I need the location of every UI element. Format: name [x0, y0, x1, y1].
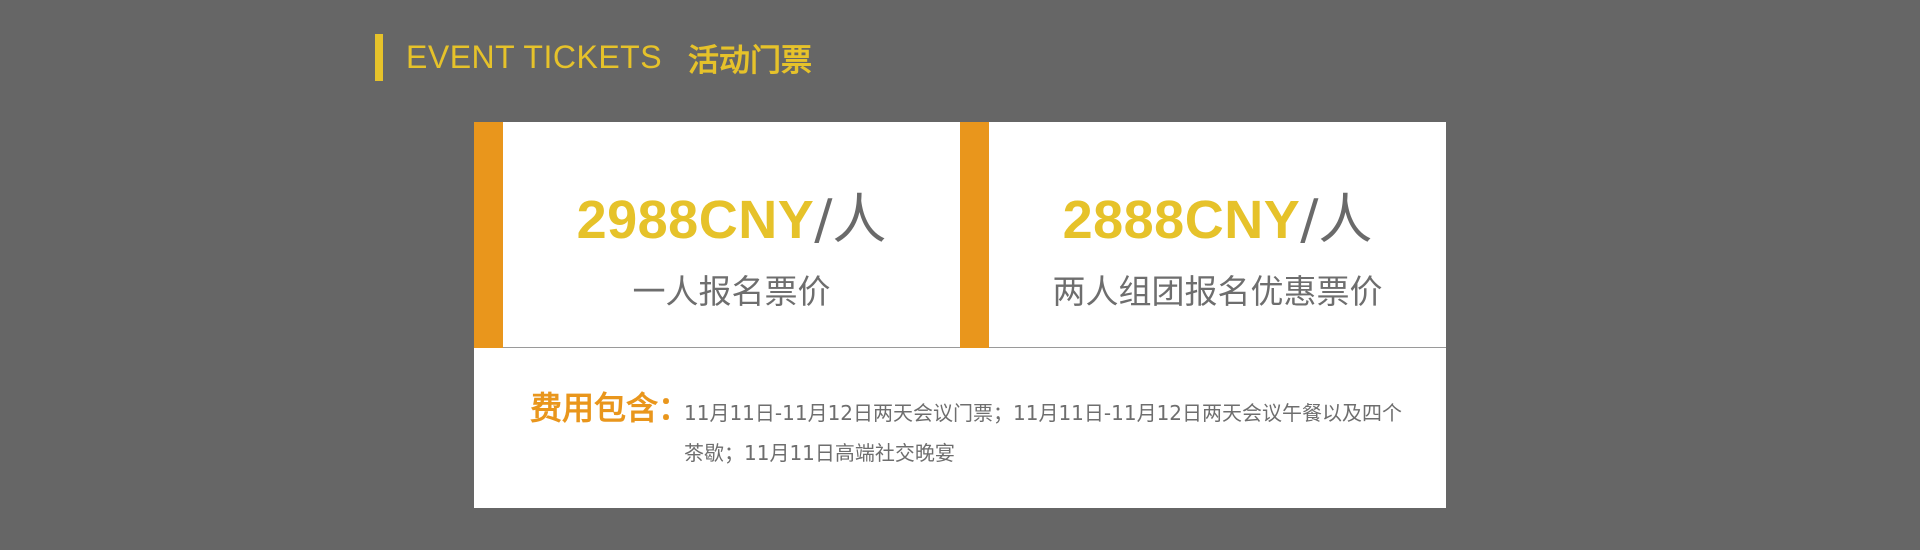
ticket-price-line: 2988CNY/人 — [503, 188, 960, 252]
includes-line-1: 11月11日-11月12日两天会议门票；11月11日-11月12日两天会议午餐以… — [684, 401, 1403, 425]
ticket-description: 一人报名票价 — [632, 272, 831, 311]
ticket-price-line: 2888CNY/人 — [989, 188, 1446, 252]
header-accent-bar — [375, 34, 383, 81]
ticket-panel: 2988CNY/人 一人报名票价 2888CNY/人 两人组团报名优惠票价 费用… — [474, 122, 1446, 508]
ticket-card-single: 2988CNY/人 一人报名票价 — [474, 122, 960, 348]
includes-line-2: 茶歇；11月11日高端社交晚宴 — [684, 441, 955, 465]
header-title-en: EVENT TICKETS — [406, 39, 663, 75]
includes-text: 11月11日-11月12日两天会议门票；11月11日-11月12日两天会议午餐以… — [684, 393, 1410, 473]
ticket-price: 2888CNY — [1062, 190, 1301, 250]
ticket-price: 2988CNY — [576, 190, 815, 250]
card-accent-strip — [474, 122, 503, 348]
ticket-card-group: 2888CNY/人 两人组团报名优惠票价 — [960, 122, 1446, 348]
header-title-cn: 活动门票 — [688, 43, 813, 79]
ticket-description: 两人组团报名优惠票价 — [1052, 272, 1383, 311]
card-accent-strip — [960, 122, 989, 348]
section-header: EVENT TICKETS 活动门票 — [375, 34, 812, 81]
ticket-price-unit: /人 — [1300, 188, 1373, 251]
ticket-price-unit: /人 — [814, 188, 887, 251]
includes-label: 费用包含： — [530, 389, 691, 427]
